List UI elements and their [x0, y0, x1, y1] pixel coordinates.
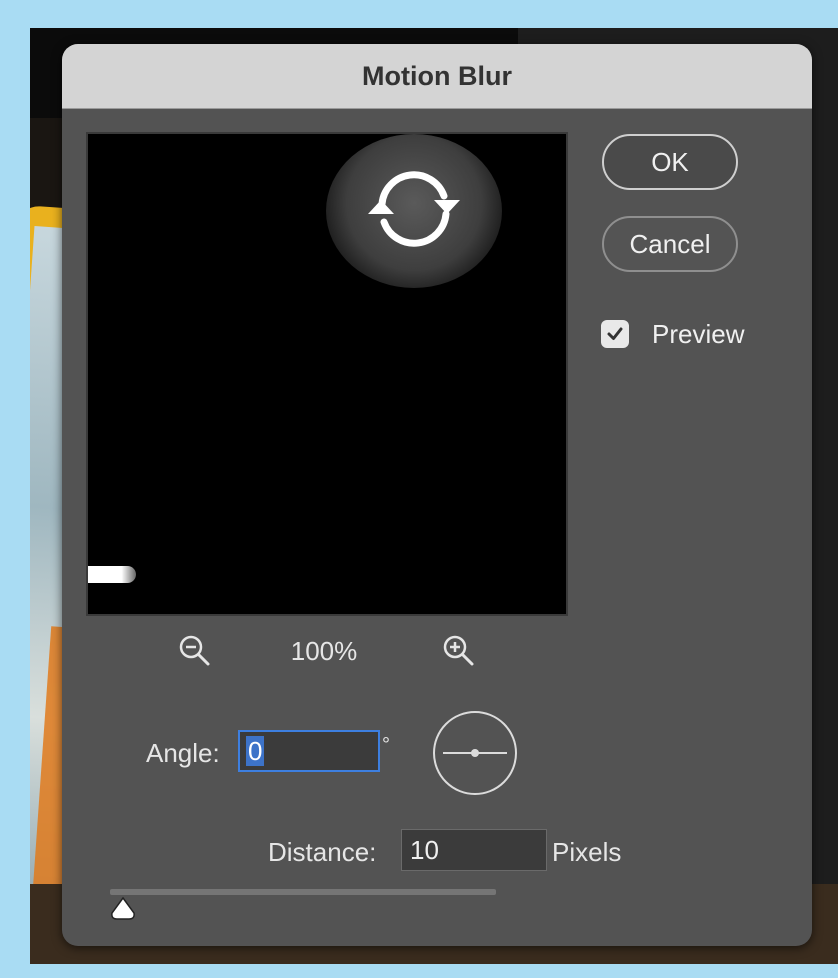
distance-slider-track[interactable]: [110, 889, 496, 895]
checkmark-icon: [607, 327, 623, 340]
distance-slider-thumb[interactable]: [109, 896, 137, 927]
angle-value: 0: [246, 736, 265, 766]
motion-blur-dialog: Motion Blur 100% Angle: 0 ° Distance: 10…: [62, 44, 812, 946]
distance-input[interactable]: 10: [401, 829, 547, 871]
dialog-titlebar[interactable]: Motion Blur: [62, 44, 812, 109]
preview-checkbox[interactable]: [601, 320, 629, 348]
cancel-button[interactable]: Cancel: [602, 216, 738, 272]
zoom-out-icon[interactable]: [178, 634, 212, 673]
preview-canvas[interactable]: [86, 132, 568, 616]
refresh-spinner-icon: [326, 134, 502, 288]
pixels-unit-label: Pixels: [552, 837, 622, 867]
dialog-title: Motion Blur: [362, 60, 512, 91]
angle-label: Angle:: [146, 738, 220, 768]
preview-label[interactable]: Preview: [652, 319, 744, 350]
zoom-in-icon[interactable]: [442, 634, 476, 673]
degree-symbol: °: [382, 734, 390, 756]
ok-button[interactable]: OK: [602, 134, 738, 190]
preview-image-streak: [88, 566, 136, 583]
distance-label: Distance:: [268, 837, 377, 867]
angle-dial-icon[interactable]: [432, 710, 518, 801]
angle-input[interactable]: 0: [238, 730, 380, 772]
zoom-level: 100%: [290, 636, 358, 666]
